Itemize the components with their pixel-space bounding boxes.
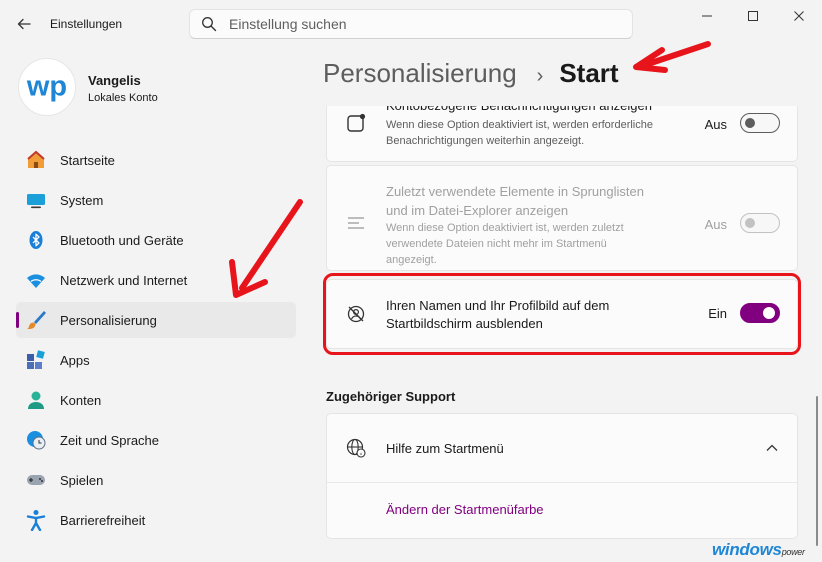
chevron-up-icon[interactable] xyxy=(765,441,779,455)
scrollbar[interactable] xyxy=(816,396,818,546)
setting-description: Wenn diese Option deaktiviert ist, werde… xyxy=(386,222,624,234)
setting-description: Wenn diese Option deaktiviert ist, werde… xyxy=(386,119,653,131)
avatar: wp xyxy=(18,58,76,116)
sidebar-item-label: Startseite xyxy=(60,152,115,168)
sidebar-item-apps[interactable]: Apps xyxy=(16,342,296,378)
globe-help-icon xyxy=(344,436,368,460)
breadcrumb: Personalisierung › Start xyxy=(323,58,619,94)
globe-clock-icon xyxy=(25,429,47,451)
search-input[interactable] xyxy=(229,16,609,32)
help-title: Hilfe zum Startmenü xyxy=(386,441,504,456)
avatar-logo: wp xyxy=(26,71,67,103)
sidebar-item-spielen[interactable]: Spielen xyxy=(16,462,296,498)
sidebar-item-label: Zeit und Sprache xyxy=(60,432,160,448)
monitor-icon xyxy=(25,189,47,211)
brush-icon xyxy=(25,309,47,331)
sidebar-item-label: Netzwerk und Internet xyxy=(60,272,188,288)
sidebar-item-label: Spielen xyxy=(60,472,104,488)
watermark-suffix: power xyxy=(781,547,805,557)
toggle-knob xyxy=(745,118,755,128)
sidebar-item-label: System xyxy=(60,192,104,208)
search-icon xyxy=(201,16,217,32)
minimize-icon xyxy=(702,15,712,17)
back-button[interactable] xyxy=(10,10,38,38)
close-button[interactable] xyxy=(776,0,822,32)
notification-app-icon xyxy=(344,111,368,135)
setting-recent-items: Zuletzt verwendete Elemente in Sprunglis… xyxy=(326,165,798,271)
watermark-text: windows xyxy=(712,540,782,559)
minimize-button[interactable] xyxy=(684,0,730,32)
watermark-logo: windowspower xyxy=(712,540,805,560)
setting-title: und im Datei-Explorer anzeigen xyxy=(386,203,569,218)
maximize-button[interactable] xyxy=(730,0,776,32)
toggle-state-label: Aus xyxy=(704,217,727,232)
gamepad-icon xyxy=(25,469,47,491)
change-startmenu-color-link[interactable]: Ändern der Startmenüfarbe xyxy=(386,502,544,517)
sidebar-item-label: Apps xyxy=(60,352,90,368)
account-type: Lokales Konto xyxy=(88,92,158,104)
support-expander: Hilfe zum Startmenü Ändern der Startmenü… xyxy=(326,413,798,539)
profile-name: Vangelis xyxy=(88,73,141,88)
user-icon xyxy=(25,389,47,411)
sidebar-item-label: Konten xyxy=(60,392,102,408)
setting-account-notifications: Kontobezogene Benachrichtigungen anzeige… xyxy=(326,106,798,162)
app-title: Einstellungen xyxy=(50,17,123,31)
sidebar-item-label: Bluetooth und Geräte xyxy=(60,232,184,248)
wifi-icon xyxy=(25,269,47,291)
arrow-left-icon xyxy=(17,18,31,30)
maximize-icon xyxy=(748,11,758,21)
annotation-arrow-title xyxy=(633,41,711,73)
sidebar-item-label: Personalisierung xyxy=(60,312,157,328)
list-icon xyxy=(344,211,368,235)
recent-items-toggle[interactable] xyxy=(740,213,780,233)
toggle-knob xyxy=(745,218,755,228)
section-heading: Zugehöriger Support xyxy=(326,389,456,404)
annotation-highlight-box xyxy=(323,273,801,355)
close-icon xyxy=(794,11,804,21)
breadcrumb-parent[interactable]: Personalisierung xyxy=(323,58,517,89)
notifications-toggle[interactable] xyxy=(740,113,780,133)
sidebar-item-zeit-sprache[interactable]: Zeit und Sprache xyxy=(16,422,296,458)
annotation-arrow-sidebar xyxy=(229,199,303,298)
accessibility-icon xyxy=(25,509,47,531)
sidebar-item-personalisierung[interactable]: Personalisierung xyxy=(16,302,296,338)
help-startmenu-header[interactable]: Hilfe zum Startmenü xyxy=(327,414,797,482)
sidebar-item-barrierefreiheit[interactable]: Barrierefreiheit xyxy=(16,502,296,538)
setting-description: angezeigt. xyxy=(386,254,437,266)
sidebar-item-startseite[interactable]: Startseite xyxy=(16,142,296,178)
setting-description: verwendete Dateien nicht mehr im Startme… xyxy=(386,238,607,250)
setting-title: Kontobezogene Benachrichtigungen anzeige… xyxy=(386,106,676,115)
sidebar-item-konten[interactable]: Konten xyxy=(16,382,296,418)
breadcrumb-separator: › xyxy=(536,65,544,87)
bluetooth-icon xyxy=(25,229,47,251)
home-icon xyxy=(25,149,47,171)
apps-icon xyxy=(25,349,47,371)
setting-description: Benachrichtigungen weiterhin angezeigt. xyxy=(386,135,585,147)
sidebar-item-label: Barrierefreiheit xyxy=(60,512,146,528)
toggle-state-label: Aus xyxy=(704,117,727,132)
divider xyxy=(327,482,797,483)
svg-text:wp: wp xyxy=(26,71,67,103)
setting-title: Zuletzt verwendete Elemente in Sprunglis… xyxy=(386,184,644,199)
page-title: Start xyxy=(559,58,619,88)
search-box[interactable] xyxy=(189,9,633,39)
user-profile[interactable]: wp Vangelis Lokales Konto xyxy=(18,58,288,118)
